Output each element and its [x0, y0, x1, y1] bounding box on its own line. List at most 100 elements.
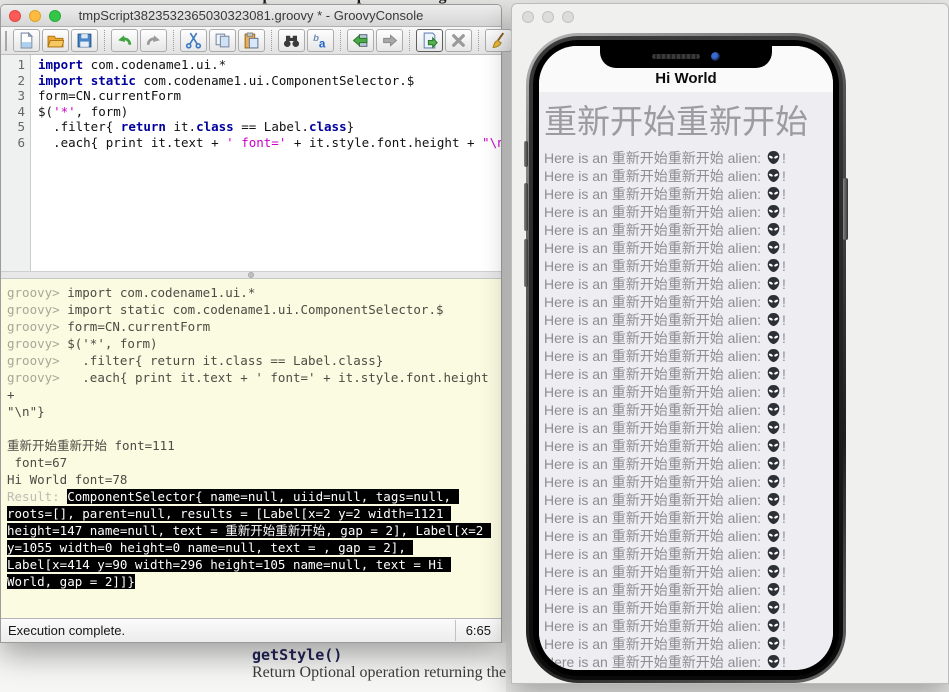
phone-inner-bezel: Hi World 重新开始重新开始 Here is an 重新开始重新开始 al… [533, 40, 839, 676]
list-item: Here is an 重新开始重新开始 alien: ! [539, 365, 833, 383]
alien-icon [765, 438, 782, 454]
close-button[interactable] [9, 10, 21, 22]
code-line: .filter{ return it.class == Label.class} [38, 119, 501, 135]
copy-icon [214, 32, 231, 49]
alien-icon [765, 240, 782, 256]
alien-icon [765, 420, 782, 436]
clear-output-button[interactable] [485, 29, 512, 52]
list-item: Here is an 重新开始重新开始 alien: ! [539, 581, 833, 599]
list-item: Here is an 重新开始重新开始 alien: ! [539, 185, 833, 203]
toolbar-separator [478, 30, 479, 51]
speaker-grille-icon [652, 54, 700, 59]
iphone-frame: Hi World 重新开始重新开始 Here is an 重新开始重新开始 al… [526, 33, 846, 683]
paste-button[interactable] [238, 29, 265, 52]
output-line: Hi World font=78 [7, 471, 495, 488]
output-line: groovy> .each{ print it.text + ' font=' … [7, 369, 495, 403]
alien-icon [765, 222, 782, 238]
output-line [7, 420, 495, 437]
open-file-icon [47, 32, 64, 49]
code-editor[interactable]: 123456 import com.codename1.ui.*import s… [1, 55, 501, 271]
output-line: groovy> .filter{ return it.class == Labe… [7, 352, 495, 369]
line-number: 2 [1, 73, 25, 89]
list-item: Here is an 重新开始重新开始 alien: ! [539, 635, 833, 653]
minimize-button[interactable] [29, 10, 41, 22]
zoom-button[interactable] [49, 10, 61, 22]
alien-icon [765, 510, 782, 526]
line-number: 5 [1, 119, 25, 135]
list-item: Here is an 重新开始重新开始 alien: ! [539, 563, 833, 581]
alien-icon [765, 492, 782, 508]
list-item: Here is an 重新开始重新开始 alien: ! [539, 509, 833, 527]
alien-icon [765, 276, 782, 292]
copy-button[interactable] [209, 29, 236, 52]
output-line: 重新开始重新开始 font=111 [7, 437, 495, 454]
simulator-window: Hi World 重新开始重新开始 Here is an 重新开始重新开始 al… [511, 3, 949, 684]
cut-button[interactable] [180, 29, 207, 52]
code-line: form=CN.currentForm [38, 88, 501, 104]
label-list: Here is an 重新开始重新开始 alien: !Here is an 重… [539, 149, 833, 670]
list-item: Here is an 重新开始重新开始 alien: ! [539, 473, 833, 491]
save-file-button[interactable] [71, 29, 98, 52]
list-item: Here is an 重新开始重新开始 alien: ! [539, 239, 833, 257]
splitter[interactable] [1, 271, 501, 279]
toolbar-drag-handle[interactable] [5, 31, 7, 51]
phone-screen: Hi World 重新开始重新开始 Here is an 重新开始重新开始 al… [539, 46, 833, 670]
interrupt-icon [450, 32, 467, 49]
code-line: import com.codename1.ui.* [38, 57, 501, 73]
open-file-button[interactable] [42, 29, 69, 52]
alien-icon [765, 582, 782, 598]
execute-script-button[interactable] [416, 29, 443, 52]
mute-switch [524, 141, 528, 167]
alien-icon [765, 294, 782, 310]
alien-icon [765, 402, 782, 418]
volume-up-button [524, 183, 528, 231]
new-file-button[interactable] [13, 29, 40, 52]
caret-position: 6:65 [455, 620, 501, 641]
list-item: Here is an 重新开始重新开始 alien: ! [539, 257, 833, 275]
find-button[interactable] [278, 29, 305, 52]
list-item: Here is an 重新开始重新开始 alien: ! [539, 455, 833, 473]
list-item: Here is an 重新开始重新开始 alien: ! [539, 311, 833, 329]
line-number: 1 [1, 57, 25, 73]
list-item: Here is an 重新开始重新开始 alien: ! [539, 617, 833, 635]
background-docs-page: getStyle() Return Optional operation ret… [0, 643, 506, 692]
line-number: 6 [1, 135, 25, 151]
output-panel[interactable]: groovy> import com.codename1.ui.* groovy>… [1, 279, 501, 618]
script-import-icon [352, 32, 369, 49]
doc-method-name: getStyle() [252, 646, 342, 664]
list-item: Here is an 重新开始重新开始 alien: ! [539, 437, 833, 455]
redo-button[interactable] [140, 29, 167, 52]
app-title: Hi World [655, 70, 716, 87]
script-import-button[interactable] [347, 29, 374, 52]
replace-button[interactable]: ba [307, 29, 334, 52]
desktop: Important some platforms e.g getStyle() … [0, 0, 949, 692]
script-export-button[interactable] [376, 29, 403, 52]
interrupt-button[interactable] [445, 29, 472, 52]
alien-icon [765, 330, 782, 346]
toolbar-separator [340, 30, 341, 51]
minimize-button[interactable] [542, 11, 554, 23]
paste-icon [243, 32, 260, 49]
list-item: Here is an 重新开始重新开始 alien: ! [539, 293, 833, 311]
alien-icon [765, 564, 782, 580]
svg-text:a: a [319, 37, 326, 49]
new-file-icon [18, 32, 35, 49]
alien-icon [765, 186, 782, 202]
alien-icon [765, 600, 782, 616]
simulator-title-bar[interactable] [512, 4, 948, 30]
title-bar[interactable]: tmpScript3823532365030323081.groovy * - … [1, 5, 501, 27]
list-item: Here is an 重新开始重新开始 alien: ! [539, 275, 833, 293]
clear-output-icon [490, 32, 507, 49]
zoom-button[interactable] [562, 11, 574, 23]
output-line: groovy> import com.codename1.ui.* [7, 284, 495, 301]
code-area[interactable]: import com.codename1.ui.*import static c… [31, 55, 501, 271]
close-button[interactable] [522, 11, 534, 23]
groovy-console-window: tmpScript3823532365030323081.groovy * - … [0, 4, 502, 643]
replace-icon: ba [312, 32, 329, 49]
line-number: 3 [1, 88, 25, 104]
alien-icon [765, 636, 782, 652]
undo-button[interactable] [111, 29, 138, 52]
output-line: "\n"} [7, 403, 495, 420]
alien-icon [765, 384, 782, 400]
toolbar-separator [173, 30, 174, 51]
